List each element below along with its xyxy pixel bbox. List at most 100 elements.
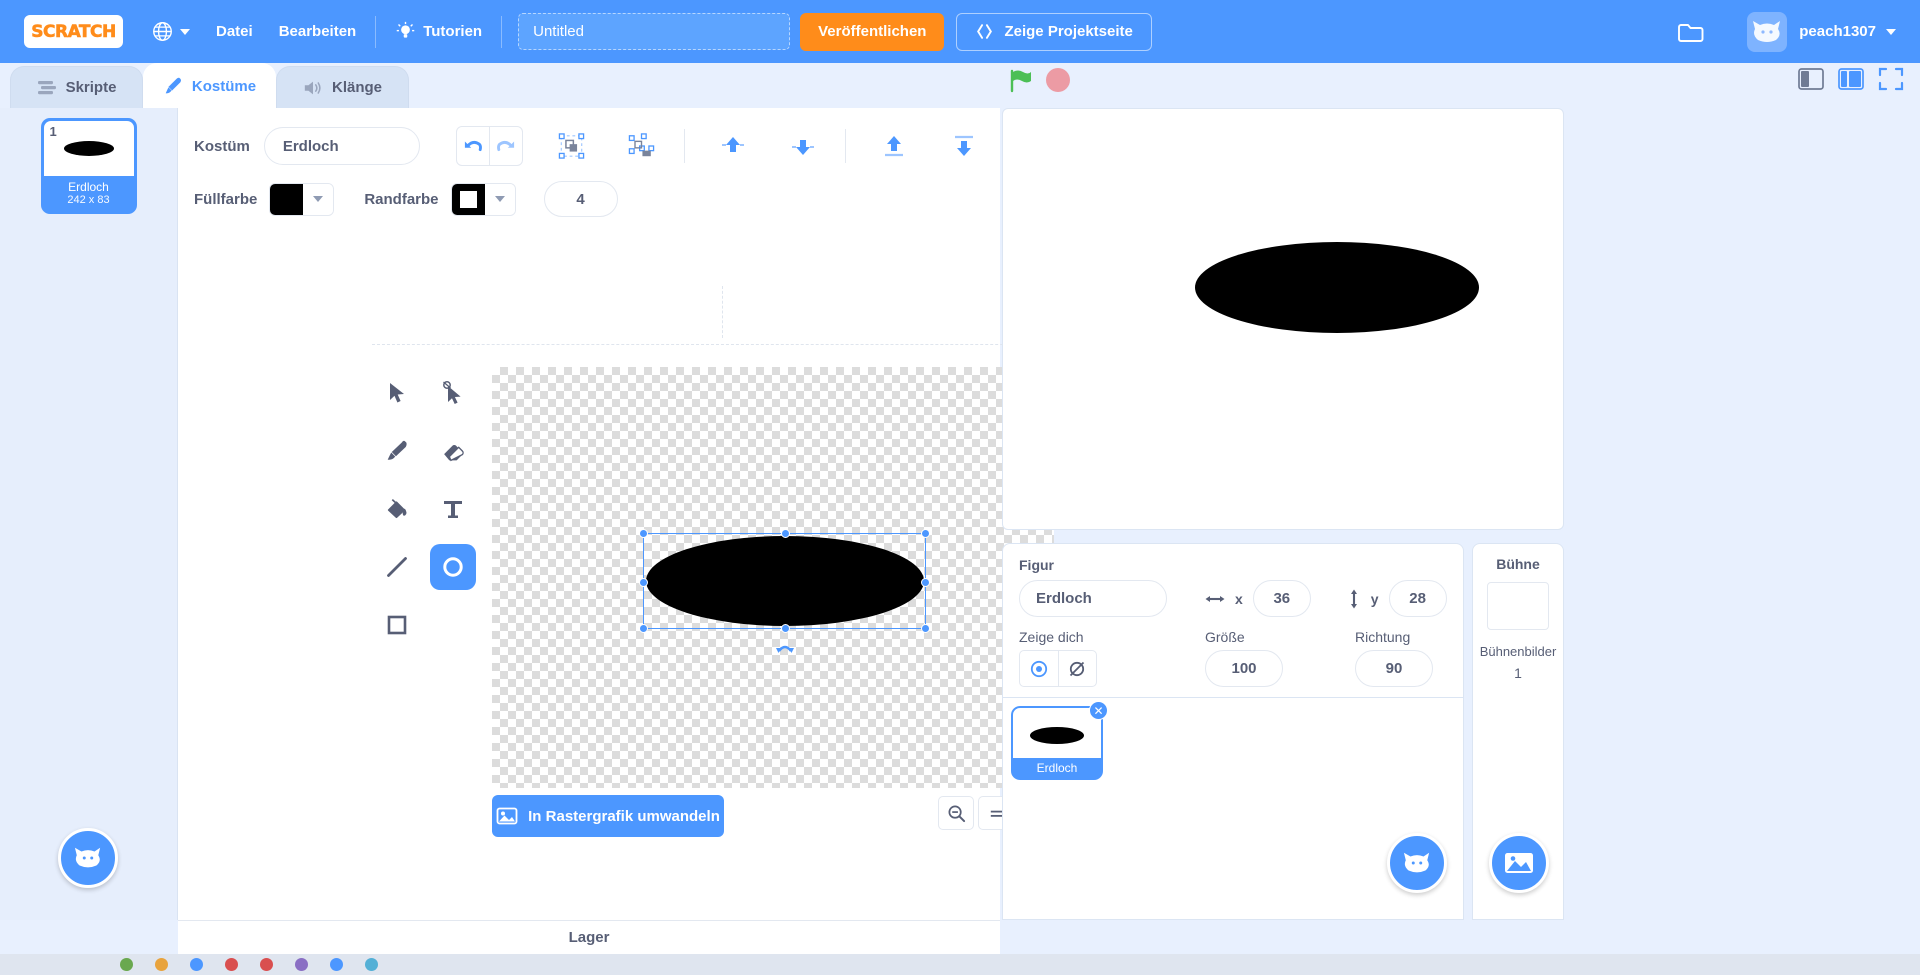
- resize-handle-w[interactable]: [639, 578, 648, 587]
- delete-sprite-button[interactable]: ✕: [1089, 701, 1108, 720]
- sprite-size-input[interactable]: 100: [1205, 650, 1283, 687]
- stage-size-controls: [1796, 66, 1906, 92]
- costume-item-size: 242 x 83: [67, 194, 110, 206]
- stroke-color-picker[interactable]: [450, 182, 516, 216]
- add-backdrop-button[interactable]: [1489, 833, 1549, 893]
- select-tool-button[interactable]: [374, 370, 420, 416]
- undo-button[interactable]: [457, 127, 490, 165]
- send-backward-button[interactable]: [783, 126, 823, 166]
- hide-sprite-button[interactable]: [1057, 651, 1096, 686]
- line-tool-button[interactable]: [374, 544, 420, 590]
- add-costume-button[interactable]: [58, 828, 118, 888]
- redo-button[interactable]: [489, 127, 522, 165]
- taskbar-item[interactable]: [260, 958, 273, 971]
- menu-datei-label: Datei: [216, 23, 253, 40]
- stroke-color-swatch: [451, 183, 485, 215]
- resize-handle-nw[interactable]: [639, 529, 648, 538]
- sprite-name-input[interactable]: Erdloch: [1019, 580, 1167, 617]
- account-chevron-down-icon[interactable]: [1886, 28, 1896, 35]
- eraser-tool-button[interactable]: [430, 428, 476, 474]
- group-button[interactable]: [551, 126, 591, 166]
- green-flag-button[interactable]: [1008, 68, 1034, 94]
- show-sprite-button[interactable]: [1020, 651, 1058, 686]
- resize-handle-s[interactable]: [781, 624, 790, 633]
- costume-name-input[interactable]: Erdloch: [263, 127, 420, 165]
- text-icon: [444, 501, 462, 518]
- taskbar-item[interactable]: [120, 958, 133, 971]
- taskbar-item[interactable]: [225, 958, 238, 971]
- fill-color-picker[interactable]: [269, 182, 335, 216]
- sprite-y-input[interactable]: 28: [1388, 580, 1447, 617]
- avatar[interactable]: [1747, 11, 1788, 52]
- menu-datei[interactable]: Datei: [203, 0, 266, 63]
- stage-selector-panel[interactable]: Bühne Bühnenbilder 1: [1472, 543, 1564, 920]
- project-title-input[interactable]: Untitled: [518, 13, 791, 50]
- fill-tool-button[interactable]: [374, 486, 420, 532]
- convert-to-bitmap-button[interactable]: In Rastergrafik umwandeln: [492, 795, 724, 837]
- paint-editor: Kostüm Erdloch Füllfarbe Randfarbe 4 In …: [178, 108, 1058, 920]
- lager-bar[interactable]: Lager: [178, 920, 1000, 954]
- tab-klaenge[interactable]: Klänge: [276, 66, 409, 108]
- add-sprite-button[interactable]: [1387, 833, 1447, 893]
- paint-bucket-icon: [387, 498, 406, 518]
- menu-bearbeiten[interactable]: Bearbeiten: [266, 0, 370, 63]
- ellipse-tool-button[interactable]: [430, 544, 476, 590]
- text-tool-button[interactable]: [430, 486, 476, 532]
- taskbar-item[interactable]: [155, 958, 168, 971]
- taskbar-item[interactable]: [295, 958, 308, 971]
- resize-handle-sw[interactable]: [639, 624, 648, 633]
- sprite-info-panel: Figur Erdloch x 36 y 28 Zeige dich Größe…: [1002, 543, 1464, 698]
- resize-handle-se[interactable]: [921, 624, 930, 633]
- paint-toolbar-row-2: Füllfarbe Randfarbe 4: [178, 170, 1000, 228]
- scratch-logo[interactable]: SCRATCH: [24, 15, 123, 48]
- send-to-back-button[interactable]: [944, 126, 984, 166]
- eraser-icon: [443, 444, 464, 461]
- tab-skripte[interactable]: Skripte: [10, 66, 143, 108]
- costume-list-item[interactable]: 1 Erdloch 242 x 83: [40, 118, 137, 214]
- sprite-x-input[interactable]: 36: [1252, 580, 1311, 617]
- language-menu[interactable]: [139, 0, 203, 63]
- stage-backdrop-thumbnail: [1487, 582, 1549, 630]
- resize-handle-ne[interactable]: [921, 529, 930, 538]
- zoom-out-button[interactable]: [938, 796, 974, 830]
- reshape-tool-button[interactable]: [430, 370, 476, 416]
- resize-handle-n[interactable]: [781, 529, 790, 538]
- resize-handle-e[interactable]: [921, 578, 930, 587]
- large-stage-button[interactable]: [1836, 66, 1866, 92]
- costume-item-name: Erdloch: [68, 180, 109, 194]
- sprite-info-title: Figur: [1019, 557, 1054, 573]
- folder-icon[interactable]: [1677, 20, 1705, 44]
- taskbar-item[interactable]: [190, 958, 203, 971]
- share-button[interactable]: Veröffentlichen: [800, 12, 945, 51]
- bring-to-front-button[interactable]: [874, 126, 914, 166]
- tab-kostueme[interactable]: Kostüme: [143, 63, 276, 108]
- fullscreen-icon: [1878, 67, 1904, 91]
- stop-button[interactable]: [1046, 68, 1070, 92]
- fullscreen-button[interactable]: [1876, 66, 1906, 92]
- visibility-toggle: [1019, 650, 1097, 687]
- ungroup-button[interactable]: [621, 126, 661, 166]
- small-stage-button[interactable]: [1796, 66, 1826, 92]
- sprite-direction-input[interactable]: 90: [1355, 650, 1433, 687]
- rotation-handle[interactable]: [775, 639, 795, 655]
- horizontal-arrows-icon: [1205, 595, 1225, 602]
- rectangle-tool-button[interactable]: [374, 602, 420, 648]
- costume-name-label: Kostüm: [194, 137, 250, 155]
- stroke-color-label: Randfarbe: [364, 190, 439, 208]
- menu-tutorien[interactable]: Tutorien: [382, 0, 495, 63]
- project-page-button[interactable]: Zeige Projektseite: [956, 12, 1152, 51]
- sprite-list-item[interactable]: ✕ Erdloch: [1011, 701, 1108, 780]
- taskbar-item[interactable]: [330, 958, 343, 971]
- redo-icon: [497, 140, 515, 152]
- bring-forward-button[interactable]: [712, 126, 752, 166]
- sprite-info-row-2: Zeige dich Größe 100 Richtung 90: [1019, 629, 1447, 687]
- tab-skripte-label: Skripte: [65, 79, 117, 96]
- taskbar-item[interactable]: [365, 958, 378, 971]
- stage-sprite-erdloch[interactable]: [1195, 242, 1479, 333]
- brush-tool-button[interactable]: [374, 428, 420, 474]
- stroke-width-input[interactable]: 4: [543, 181, 618, 217]
- code-icon: [37, 80, 56, 94]
- sprite-show-label: Zeige dich: [1019, 629, 1084, 645]
- stroke-color-chevron-down-icon: [484, 183, 515, 215]
- costume-index: 1: [49, 124, 57, 139]
